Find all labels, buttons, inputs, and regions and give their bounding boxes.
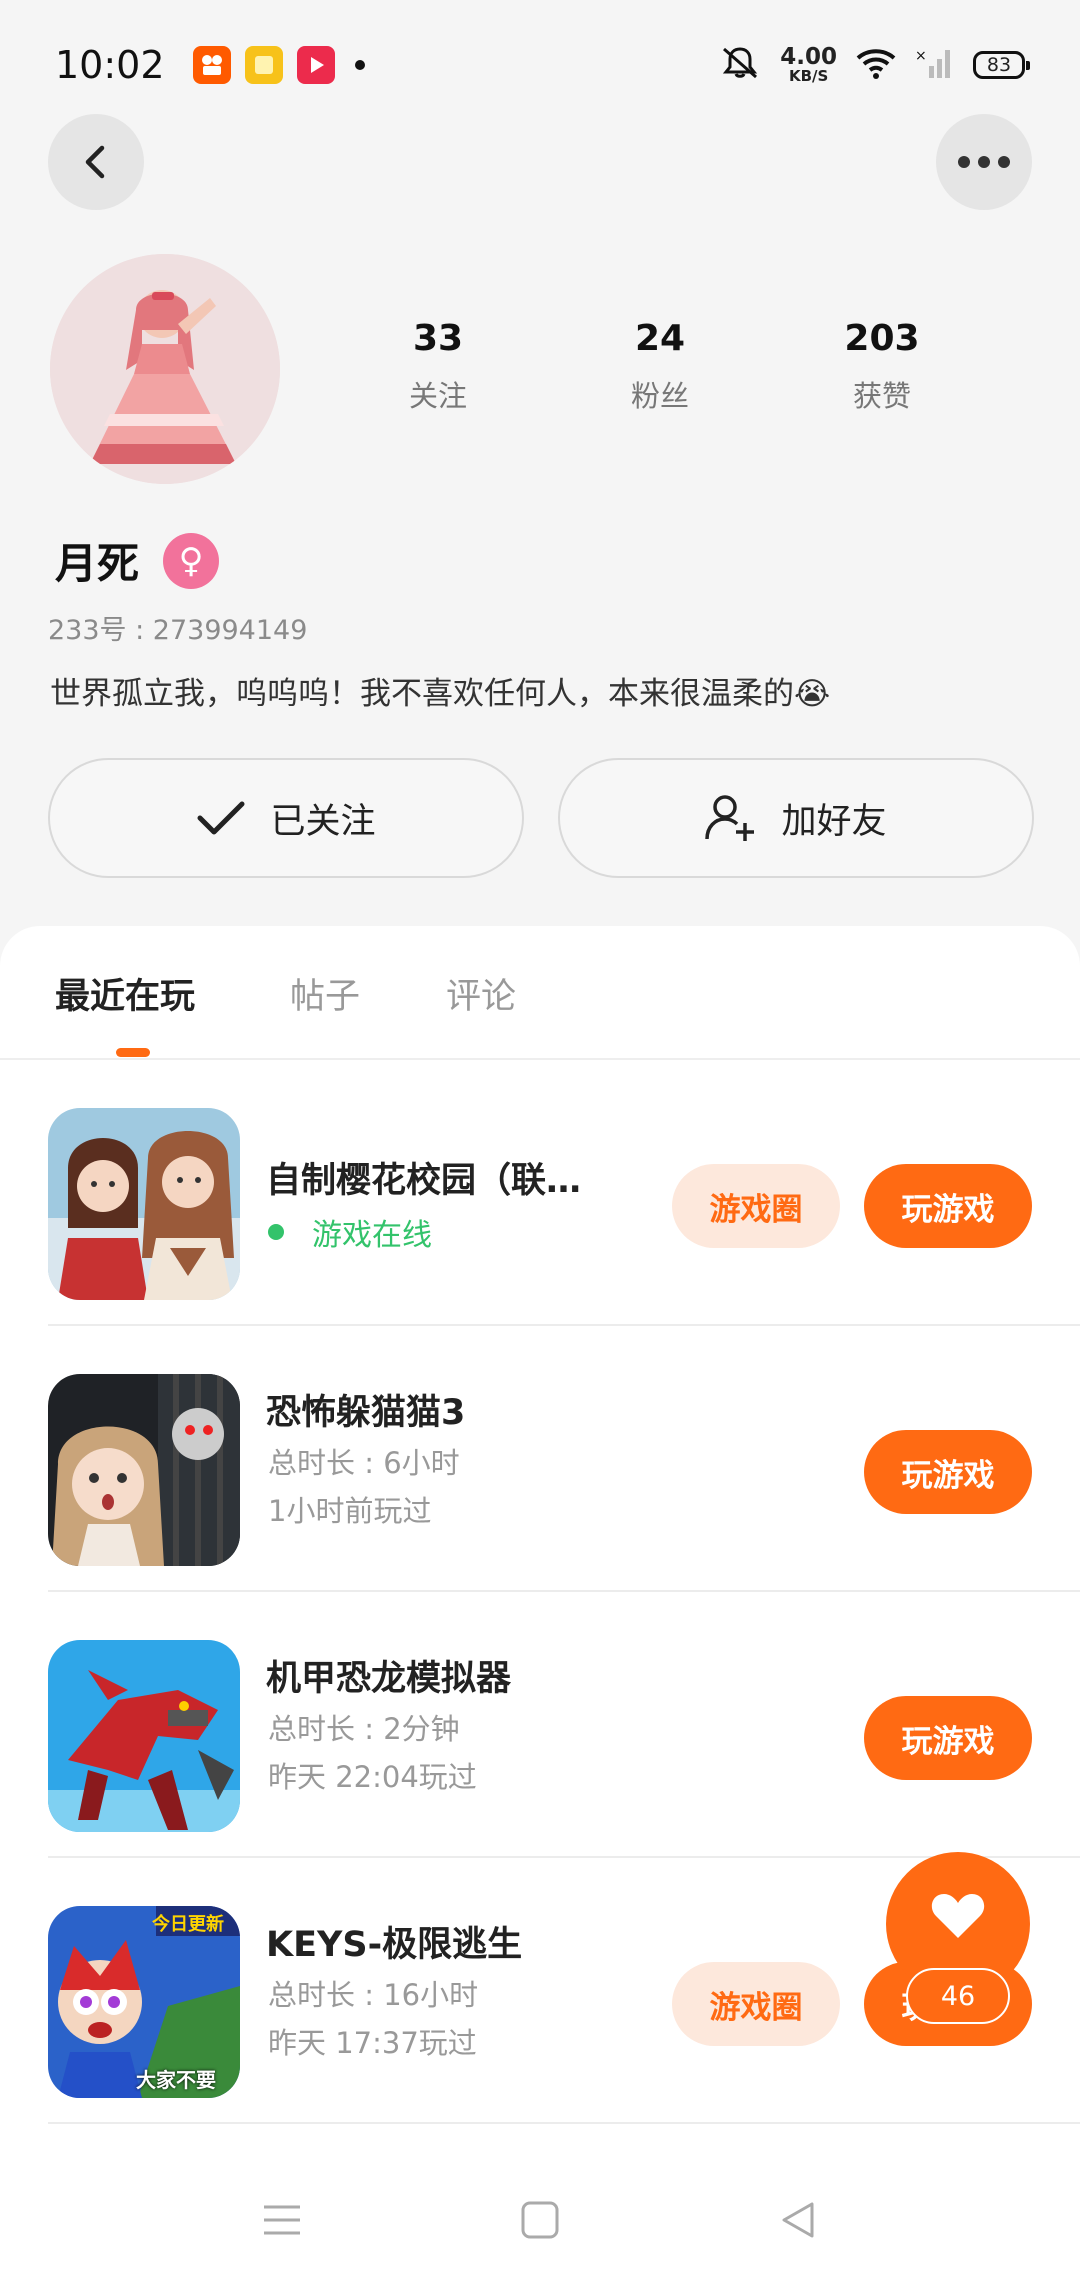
female-gender-icon: ♀ [163,532,220,589]
game-online-status: 游戏在线 [268,1210,432,1254]
game-icon[interactable] [48,1108,240,1300]
game-duration: 总时长 : 6小时 [268,1446,460,1480]
user-id[interactable]: 233号 : 273994149 [48,608,307,647]
game-circle-button[interactable]: 游戏圈 [672,1962,840,2046]
game-circle-button[interactable]: 游戏圈 [672,1164,840,1248]
stat-value: 24 [634,318,686,359]
stat-value: 203 [844,318,920,359]
user-bio: 世界孤立我，呜呜呜！我不喜欢任何人，本来很温柔的😭 [50,676,831,712]
followed-button-label: 已关注 [270,801,376,842]
username: 月死 [55,539,140,588]
tab-active-indicator [116,1048,150,1057]
signal-icon: × [915,46,955,84]
play-game-button[interactable]: 玩游戏 [864,1164,1032,1248]
name-row: 月死 ♀ [55,530,220,591]
game-icon-caption-top: 今日更新 [152,1914,224,1935]
game-last-played: 昨天 17:37玩过 [268,2026,477,2060]
stat-value: 33 [412,318,464,359]
avatar-image [50,254,280,484]
game-duration: 总时长 : 16小时 [268,1978,479,2012]
stat-label: 获赞 [852,379,911,413]
game-title: KEYS-极限逃生 [266,1925,523,1965]
online-dot-icon [268,1224,284,1240]
tab-posts[interactable]: 帖子 [290,968,360,1019]
system-back-button[interactable] [768,2190,828,2250]
system-nav-bar [0,2160,1080,2280]
kuaishou-app-icon [192,46,231,84]
game-duration: 总时长 : 2分钟 [268,1712,460,1746]
back-triangle-icon [782,2202,814,2238]
wifi-icon [855,46,897,84]
more-dots-icon [958,156,1010,168]
svg-text:×: × [915,48,927,64]
tab-comments[interactable]: 评论 [446,968,516,1019]
net-speed-value: 4.00 [780,44,837,70]
game-icon[interactable] [48,1640,240,1832]
home-button[interactable] [510,2190,570,2250]
add-friend-button[interactable]: 加好友 [558,758,1034,878]
video-app-icon [296,46,335,84]
followed-button[interactable]: 已关注 [48,758,524,878]
recent-apps-button[interactable] [252,2190,312,2250]
checkmark-icon [197,801,245,835]
chevron-left-icon [85,145,105,179]
notification-dot-icon [354,60,365,70]
game-row[interactable]: 自制樱花校园（联… 游戏在线 游戏圈 玩游戏 [48,1060,1080,1326]
online-status-text: 游戏在线 [312,1218,432,1253]
status-time: 10:02 [55,43,165,87]
game-icon[interactable] [48,1374,240,1566]
back-button[interactable] [48,114,144,210]
game-icon[interactable]: 今日更新 大家不要 [48,1906,240,2098]
game-title: 自制樱花校园（联… [266,1161,582,1201]
mute-bell-icon [718,45,762,85]
like-count: 46 [906,1968,1010,2024]
menu-lines-icon [264,2205,300,2235]
tab-bar: 最近在玩 帖子 评论 [0,926,1080,1060]
add-friend-button-label: 加好友 [781,801,887,842]
game-row[interactable]: 机甲恐龙模拟器 总时长 : 2分钟 昨天 22:04玩过 玩游戏 [48,1592,1080,1858]
game-icon-caption-bottom: 大家不要 [136,2068,216,2092]
net-speed-unit: KB/S [788,67,829,85]
stat-label: 关注 [408,379,467,413]
status-right-group: 4.00 KB/S × 83 [718,45,1030,85]
notes-app-icon [244,46,283,84]
heart-icon [931,1894,985,1938]
stat-likes[interactable]: 203 获赞 [792,318,972,415]
more-options-button[interactable] [936,114,1032,210]
game-last-played: 1小时前玩过 [268,1494,432,1528]
content-panel: 最近在玩 帖子 评论 自制樱花校园（联… 游戏在线 游戏圈 玩游戏 恐怖躲猫猫3… [0,926,1080,2280]
game-last-played: 昨天 22:04玩过 [268,1760,477,1794]
network-speed: 4.00 KB/S [780,46,837,84]
stat-following[interactable]: 33 关注 [348,318,528,415]
avatar[interactable] [50,254,280,484]
battery-indicator: 83 [973,51,1030,79]
play-game-button[interactable]: 玩游戏 [864,1430,1032,1514]
stat-label: 粉丝 [630,379,689,413]
tab-recently-played[interactable]: 最近在玩 [55,968,195,1019]
game-title: 机甲恐龙模拟器 [266,1659,512,1699]
game-title: 恐怖躲猫猫3 [266,1393,466,1433]
play-game-button[interactable]: 玩游戏 [864,1696,1032,1780]
add-user-icon [705,795,755,841]
home-square-icon [521,2201,559,2239]
game-row[interactable]: 恐怖躲猫猫3 总时长 : 6小时 1小时前玩过 玩游戏 [48,1326,1080,1592]
stat-fans[interactable]: 24 粉丝 [570,318,750,415]
status-bar: 10:02 4.00 KB/S × 83 [0,0,1080,130]
